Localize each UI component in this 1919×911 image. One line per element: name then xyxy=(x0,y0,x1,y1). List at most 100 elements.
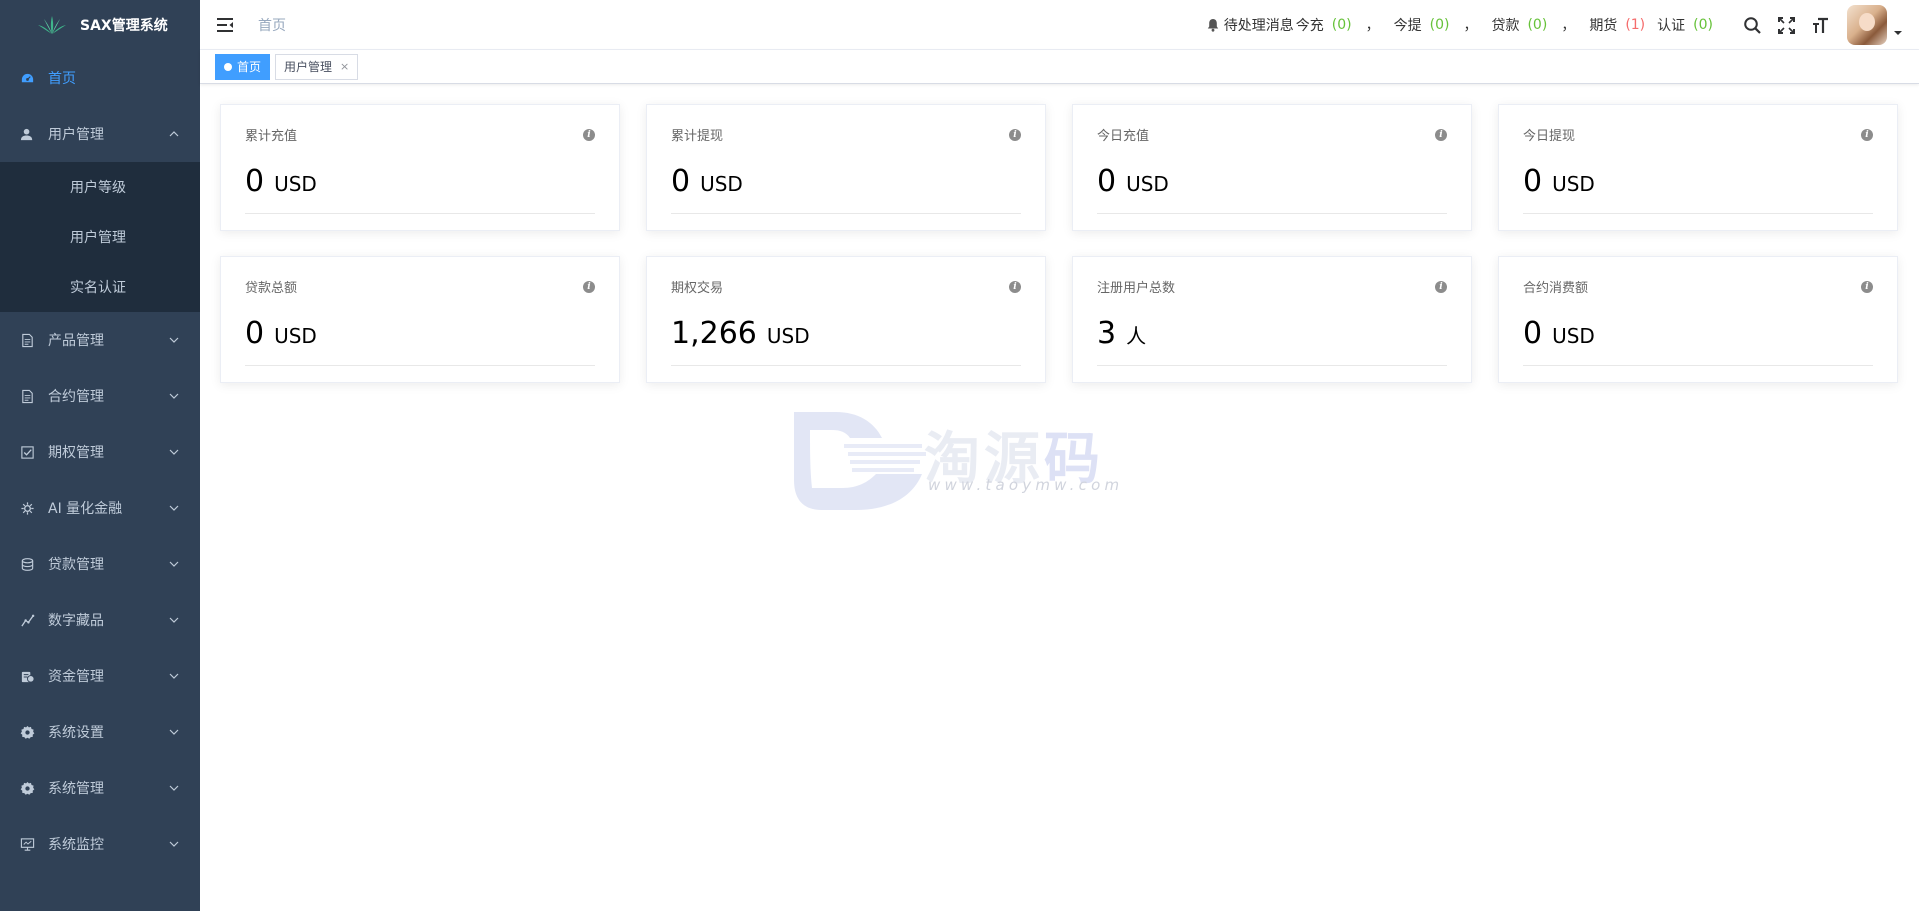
divider xyxy=(245,213,595,214)
sidebar-item-system-management[interactable]: 系统管理 xyxy=(0,760,200,816)
gear-icon xyxy=(19,500,35,516)
info-icon[interactable]: i xyxy=(1009,281,1021,293)
sidebar-item-system-monitor[interactable]: 系统监控 xyxy=(0,816,200,872)
card-title: 贷款总额 xyxy=(245,281,298,296)
card-number: 0 xyxy=(1523,164,1543,199)
chevron-down-icon xyxy=(168,390,180,402)
stat-card-total-recharge: 累计充值 i 0 USD xyxy=(220,104,620,231)
user-icon xyxy=(19,126,35,142)
card-row: 累计充值 i 0 USD 累计提现 i 0 USD 今日充值 i 0 USD 今… xyxy=(220,104,1900,231)
sidebar-item-user-level[interactable]: 用户等级 xyxy=(0,162,200,212)
checkbox-icon xyxy=(19,444,35,460)
watermark-url: www.taoymw.com xyxy=(928,476,1124,494)
notice-item-label: 贷款 xyxy=(1491,18,1520,34)
chevron-down-icon xyxy=(168,782,180,794)
card-number: 0 xyxy=(1097,164,1117,199)
tag-home[interactable]: 首页 xyxy=(215,53,271,80)
dashboard-icon xyxy=(19,70,35,86)
card-title: 合约消费额 xyxy=(1523,281,1589,296)
sidebar-item-label: 系统设置 xyxy=(48,725,104,741)
sidebar-item-label: 系统监控 xyxy=(48,837,104,853)
watermark: 淘源码 www.taoymw.com xyxy=(792,410,1132,510)
card-value: 0 USD xyxy=(671,164,1021,199)
pending-notice[interactable]: 待处理消息 今充 (0) ， 今提 (0) ， 贷款 (0) ， 期货 (1) … xyxy=(1206,15,1713,35)
sidebar-item-real-name-auth[interactable]: 实名认证 xyxy=(0,262,200,312)
chevron-down-icon xyxy=(168,670,180,682)
stat-cards: 累计充值 i 0 USD 累计提现 i 0 USD 今日充值 i 0 USD 今… xyxy=(220,104,1900,408)
card-unit: USD xyxy=(700,172,743,196)
logo-icon xyxy=(38,16,66,34)
card-unit: USD xyxy=(766,324,810,348)
card-unit: USD xyxy=(1126,172,1169,196)
notice-count: (1) xyxy=(1625,17,1646,33)
fullscreen-button[interactable] xyxy=(1769,0,1803,50)
font-size-button[interactable] xyxy=(1803,0,1837,50)
sidebar-item-options[interactable]: 期权管理 xyxy=(0,424,200,480)
coins-icon xyxy=(19,556,35,572)
stat-card-total-loans: 贷款总额 i 0 USD xyxy=(220,256,620,383)
app-title: SAX管理系统 xyxy=(80,18,168,34)
breadcrumb[interactable]: 首页 xyxy=(258,15,286,35)
card-number: 0 xyxy=(671,164,691,199)
logo[interactable]: SAX管理系统 xyxy=(0,0,200,50)
info-icon[interactable]: i xyxy=(1435,129,1447,141)
card-title: 期权交易 xyxy=(671,281,724,296)
card-unit: USD xyxy=(1552,324,1595,348)
sidebar-item-user-manage[interactable]: 用户管理 xyxy=(0,212,200,262)
chevron-down-icon xyxy=(168,334,180,346)
info-icon[interactable]: i xyxy=(1435,281,1447,293)
card-value: 0 USD xyxy=(1523,164,1873,199)
notice-item-label: 今充 xyxy=(1295,18,1324,34)
sidebar-item-user-management[interactable]: 用户管理 xyxy=(0,106,200,162)
info-icon[interactable]: i xyxy=(583,129,595,141)
sidebar-item-products[interactable]: 产品管理 xyxy=(0,312,200,368)
notice-item-label: 认证 xyxy=(1657,18,1686,34)
card-value: 0 USD xyxy=(1523,316,1873,351)
sidebar-item-label: 首页 xyxy=(48,71,76,87)
sidebar-item-loans[interactable]: 贷款管理 xyxy=(0,536,200,592)
sidebar-item-label: AI 量化金融 xyxy=(48,501,123,517)
sidebar-item-home[interactable]: 首页 xyxy=(0,50,200,106)
sidebar-item-digital-collectibles[interactable]: 数字藏品 xyxy=(0,592,200,648)
info-icon[interactable]: i xyxy=(1861,129,1873,141)
hamburger-button[interactable] xyxy=(200,0,250,50)
sidebar-item-contracts[interactable]: 合约管理 xyxy=(0,368,200,424)
close-icon[interactable]: × xyxy=(340,60,349,73)
card-value: 3 人 xyxy=(1097,316,1447,351)
card-number: 0 xyxy=(1523,316,1543,351)
tag-label: 用户管理 xyxy=(284,60,333,74)
notice-item-label: 今提 xyxy=(1393,18,1422,34)
info-icon[interactable]: i xyxy=(583,281,595,293)
sidebar: SAX管理系统 首页 用户管理 用户等级 用户管理 实名认证 产品管理 合约管理 xyxy=(0,0,200,911)
info-icon[interactable]: i xyxy=(1861,281,1873,293)
card-value: 0 USD xyxy=(245,316,595,351)
chevron-down-icon xyxy=(168,558,180,570)
card-value: 0 USD xyxy=(245,164,595,199)
user-menu[interactable] xyxy=(1847,5,1903,45)
sidebar-item-system-settings[interactable]: 系统设置 xyxy=(0,704,200,760)
search-icon xyxy=(1743,16,1761,34)
chevron-up-icon xyxy=(168,128,180,140)
card-title: 今日提现 xyxy=(1523,129,1576,144)
sidebar-item-ai-quant[interactable]: AI 量化金融 xyxy=(0,480,200,536)
card-title: 今日充值 xyxy=(1097,129,1150,144)
search-button[interactable] xyxy=(1735,0,1769,50)
chevron-down-icon xyxy=(168,726,180,738)
sidebar-item-label: 贷款管理 xyxy=(48,557,104,573)
notice-separator: ， xyxy=(1463,18,1478,34)
card-title: 累计提现 xyxy=(671,129,724,144)
caret-down-icon xyxy=(1894,31,1902,35)
card-unit: USD xyxy=(1552,172,1595,196)
sidebar-item-funds[interactable]: 资金管理 xyxy=(0,648,200,704)
divider xyxy=(671,213,1021,214)
notice-count: (0) xyxy=(1429,17,1450,33)
card-number: 0 xyxy=(245,316,265,351)
notice-count: (0) xyxy=(1693,17,1713,33)
info-icon[interactable]: i xyxy=(1009,129,1021,141)
watermark-logo-icon xyxy=(794,412,926,510)
cog-icon xyxy=(19,724,35,740)
chevron-down-icon xyxy=(168,614,180,626)
tag-user-management[interactable]: 用户管理 × xyxy=(275,53,359,80)
sidebar-item-label: 用户管理 xyxy=(48,127,104,143)
card-number: 1,266 xyxy=(671,316,757,351)
